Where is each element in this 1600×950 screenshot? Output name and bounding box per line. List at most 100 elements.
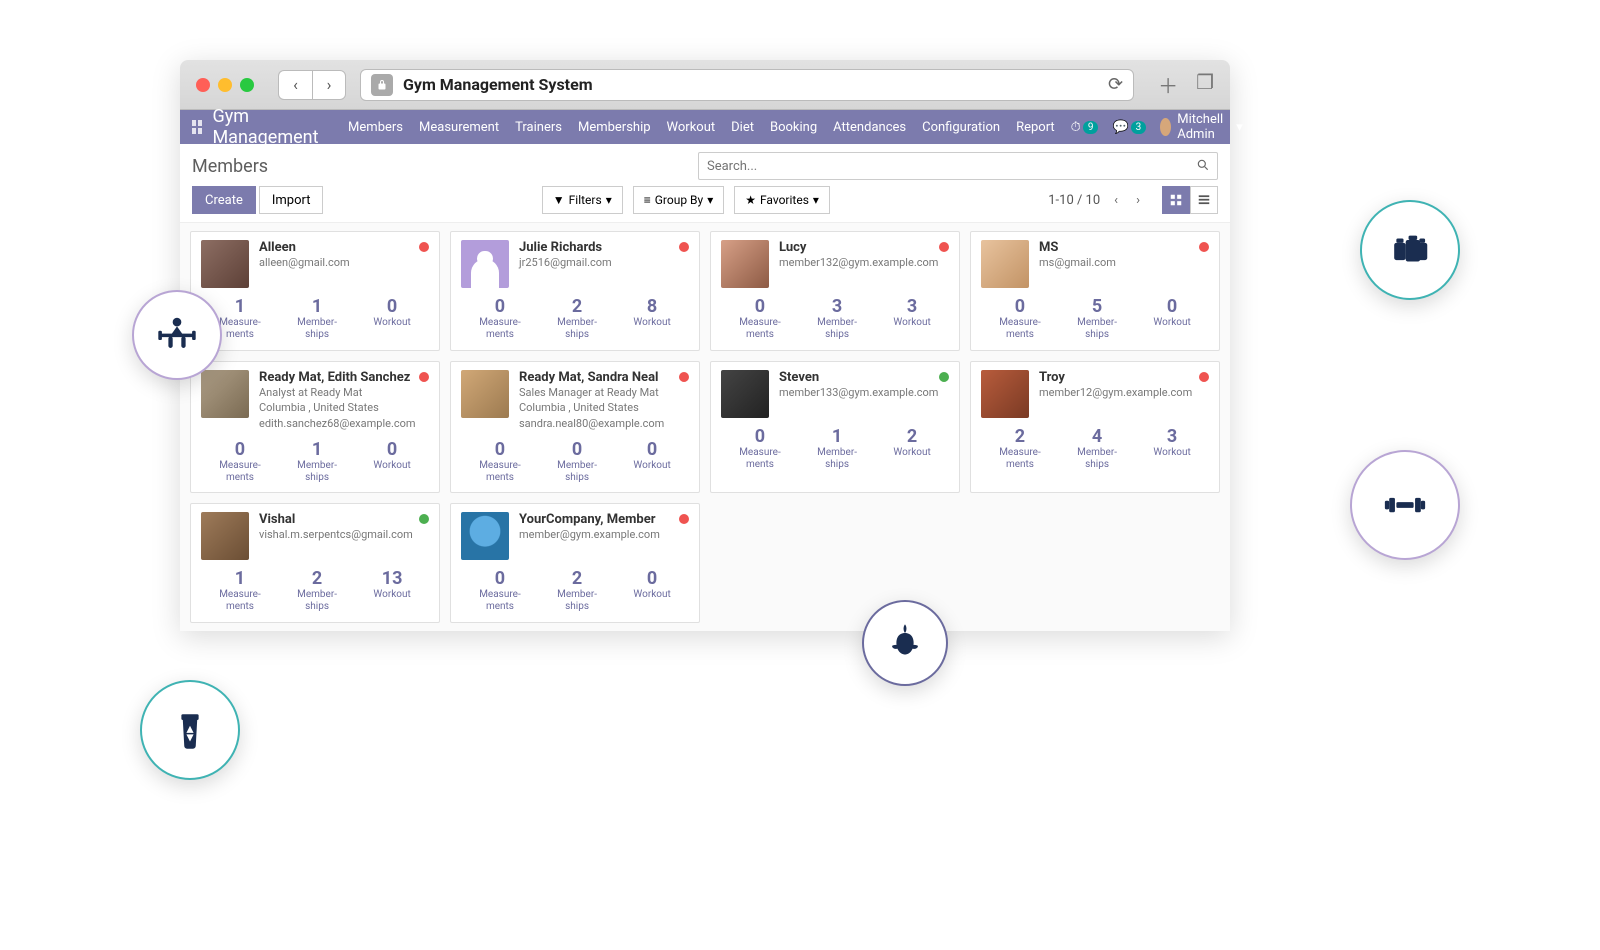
stat-measurements-value: 0	[739, 296, 781, 317]
favorites-button[interactable]: ★ Favorites ▾	[734, 186, 830, 214]
chat-icon: 💬	[1112, 120, 1128, 135]
page-title: Members	[192, 156, 268, 177]
stat-measurements-label: Measure- ments	[479, 460, 521, 484]
nav-measurement[interactable]: Measurement	[419, 120, 499, 135]
stat-memberships-label: Member- ships	[297, 317, 337, 341]
filters-button[interactable]: ▼ Filters ▾	[542, 186, 623, 214]
stat-memberships-value: 3	[817, 296, 857, 317]
stat-memberships-label: Member- ships	[817, 317, 857, 341]
stat-measurements-value: 0	[219, 439, 261, 460]
reload-icon[interactable]: ⟳	[1108, 74, 1123, 95]
search-input[interactable]	[698, 152, 1218, 180]
activity-indicator[interactable]: ⏱ 9	[1071, 120, 1099, 135]
copy-tab-icon[interactable]: ❐	[1196, 70, 1214, 99]
member-card[interactable]: MSms@gmail.com0Measure- ments5Member- sh…	[970, 231, 1220, 351]
close-window-icon[interactable]	[196, 78, 210, 92]
member-detail: sandra.neal80@example.com	[519, 416, 689, 431]
funnel-icon: ▼	[553, 193, 565, 207]
nav-workout[interactable]: Workout	[667, 120, 716, 135]
status-dot	[1199, 242, 1209, 252]
member-card[interactable]: Alleenalleen@gmail.com1Measure- ments1Me…	[190, 231, 440, 351]
messages-indicator[interactable]: 💬 3	[1112, 120, 1146, 135]
stat-memberships-value: 1	[297, 439, 337, 460]
nutrition-icon	[862, 600, 948, 686]
clock-icon: ⏱	[1071, 120, 1081, 135]
app-brand[interactable]: Gym Management	[192, 106, 322, 148]
stat-memberships-value: 1	[817, 426, 857, 447]
status-dot	[419, 242, 429, 252]
back-button[interactable]: ‹	[278, 70, 312, 100]
apps-grid-icon[interactable]	[192, 120, 202, 134]
create-button[interactable]: Create	[192, 186, 256, 214]
maximize-window-icon[interactable]	[240, 78, 254, 92]
search-icon[interactable]	[1196, 158, 1210, 176]
pager-next[interactable]: ›	[1132, 189, 1144, 212]
member-avatar	[461, 512, 509, 560]
caret-down-icon: ▾	[606, 193, 612, 207]
stat-workout-value: 0	[633, 568, 670, 589]
stat-memberships-value: 0	[557, 439, 597, 460]
member-card[interactable]: Troymember12@gym.example.com2Measure- me…	[970, 361, 1220, 493]
stat-workout-value: 0	[373, 296, 410, 317]
member-card[interactable]: Ready Mat, Sandra NealSales Manager at R…	[450, 361, 700, 493]
member-card[interactable]: YourCompany, Membermember@gym.example.co…	[450, 503, 700, 623]
stat-memberships-label: Member- ships	[297, 460, 337, 484]
member-name: Steven	[779, 370, 949, 385]
minimize-window-icon[interactable]	[218, 78, 232, 92]
lock-icon	[371, 74, 393, 96]
member-card[interactable]: Stevenmember133@gym.example.com0Measure-…	[710, 361, 960, 493]
member-name: Troy	[1039, 370, 1209, 385]
list-view-button[interactable]	[1190, 186, 1218, 214]
nav-configuration[interactable]: Configuration	[922, 120, 1000, 135]
status-dot	[939, 242, 949, 252]
browser-nav-buttons: ‹ ›	[278, 70, 346, 100]
nav-attendances[interactable]: Attendances	[833, 120, 906, 135]
stat-measurements-label: Measure- ments	[219, 589, 261, 613]
star-icon: ★	[745, 193, 756, 207]
member-name: Alleen	[259, 240, 429, 255]
activity-count: 9	[1083, 121, 1099, 134]
member-card[interactable]: Julie Richardsjr2516@gmail.com0Measure- …	[450, 231, 700, 351]
import-button[interactable]: Import	[259, 186, 324, 214]
stat-workout-value: 8	[633, 296, 670, 317]
action-buttons: Create Import	[192, 186, 323, 214]
member-detail: jr2516@gmail.com	[519, 255, 689, 270]
nav-report[interactable]: Report	[1016, 120, 1055, 135]
nav-trainers[interactable]: Trainers	[515, 120, 562, 135]
caret-down-icon: ▾	[813, 193, 819, 207]
page-title-in-url: Gym Management System	[403, 75, 593, 94]
caret-down-icon: ▾	[707, 193, 713, 207]
browser-toolbar: ‹ › Gym Management System ⟳ ＋ ❐	[180, 60, 1230, 110]
member-detail: member133@gym.example.com	[779, 385, 949, 400]
member-name: Julie Richards	[519, 240, 689, 255]
member-card[interactable]: Vishalvishal.m.serpentcs@gmail.com1Measu…	[190, 503, 440, 623]
stat-measurements-label: Measure- ments	[999, 317, 1041, 341]
member-detail: member@gym.example.com	[519, 527, 689, 542]
stat-workout-label: Workout	[373, 460, 410, 472]
member-name: Vishal	[259, 512, 429, 527]
member-name: Ready Mat, Sandra Neal	[519, 370, 689, 385]
member-avatar	[201, 240, 249, 288]
forward-button[interactable]: ›	[312, 70, 346, 100]
member-card[interactable]: Ready Mat, Edith SanchezAnalyst at Ready…	[190, 361, 440, 493]
new-tab-icon[interactable]: ＋	[1158, 70, 1178, 99]
nav-diet[interactable]: Diet	[731, 120, 754, 135]
stat-memberships-label: Member- ships	[817, 447, 857, 471]
groupby-button[interactable]: ≡ Group By ▾	[633, 186, 725, 214]
shaker-bottle-icon	[140, 680, 240, 780]
kanban-view-button[interactable]	[1162, 186, 1190, 214]
member-detail: member12@gym.example.com	[1039, 385, 1209, 400]
member-detail: ms@gmail.com	[1039, 255, 1209, 270]
member-detail: member132@gym.example.com	[779, 255, 949, 270]
member-detail: Columbia , United States	[259, 400, 429, 415]
user-menu[interactable]: Mitchell Admin ▾	[1160, 112, 1242, 142]
nav-members[interactable]: Members	[348, 120, 403, 135]
nav-booking[interactable]: Booking	[770, 120, 817, 135]
pager-prev[interactable]: ‹	[1110, 189, 1122, 212]
address-bar[interactable]: Gym Management System ⟳	[360, 69, 1134, 101]
nav-membership[interactable]: Membership	[578, 120, 651, 135]
stat-workout-value: 0	[1153, 296, 1190, 317]
stat-memberships-value: 2	[557, 568, 597, 589]
member-detail: Analyst at Ready Mat	[259, 385, 429, 400]
member-card[interactable]: Lucymember132@gym.example.com0Measure- m…	[710, 231, 960, 351]
